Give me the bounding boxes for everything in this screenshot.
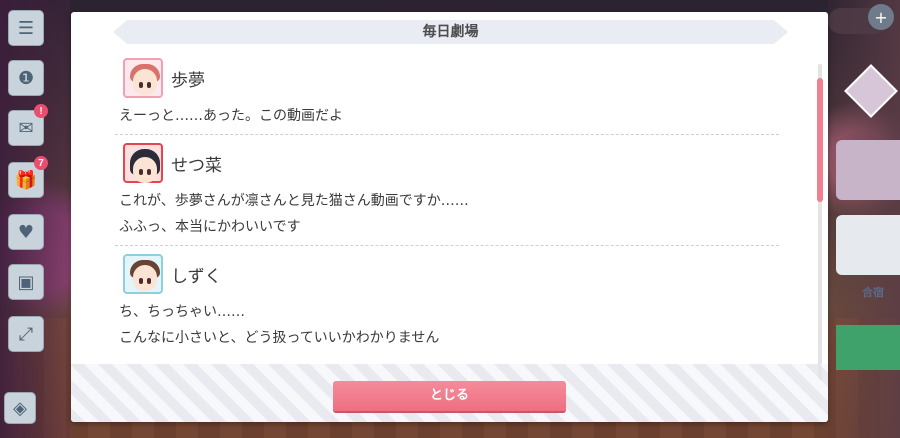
- divider: [115, 134, 779, 135]
- dialog-entry: せつ菜 これが、歩夢さんが凛さんと見た猫さん動画ですか…… ふふっ、本当にかわい…: [115, 141, 779, 246]
- expand-icon[interactable]: ⤢: [8, 316, 44, 352]
- info-icon[interactable]: ❶: [8, 60, 44, 96]
- scrollbar-thumb[interactable]: [817, 78, 823, 202]
- right-banner-card[interactable]: [836, 140, 900, 200]
- divider: [115, 245, 779, 246]
- heart-icon[interactable]: ♥: [8, 214, 44, 250]
- menu-icon[interactable]: ☰: [8, 10, 44, 46]
- speaker-name: しずく: [171, 266, 222, 287]
- dialog-line: こんなに小さいと、どう扱っていいかわかりません: [119, 330, 440, 346]
- dialog-line: えーっと……あった。この動画だよ: [119, 108, 343, 124]
- dialog-entry: しずく ち、ちっちゃい…… こんなに小さいと、どう扱っていいかわかりません: [115, 252, 779, 350]
- dialog-line: ふふっ、本当にかわいいです: [119, 219, 301, 235]
- speaker-name: 歩夢: [171, 70, 205, 91]
- scout-icon[interactable]: ◈: [4, 392, 36, 424]
- gift-count-badge: 7: [34, 156, 48, 170]
- dialog-entry: 歩夢 えーっと……あった。この動画だよ: [115, 56, 779, 135]
- dialog-content[interactable]: 歩夢 えーっと……あった。この動画だよ せつ菜 これが、歩夢さんが凛さんと見た猫…: [115, 56, 779, 381]
- speaker-row: 歩夢: [115, 56, 779, 100]
- speaker-row: せつ菜: [115, 141, 779, 185]
- right-banner-card-2[interactable]: [836, 215, 900, 275]
- daily-theater-dialog: 毎日劇場 歩夢 えーっと……あった。この動画だよ せつ菜 これが、歩夢さんが凛さ…: [71, 12, 828, 422]
- dialog-title: 毎日劇場: [422, 24, 479, 40]
- setsuna-avatar-icon: [123, 143, 163, 183]
- dialog-line: これが、歩夢さんが凛さんと見た猫さん動画ですか……: [119, 193, 469, 209]
- right-green-banner[interactable]: [836, 325, 900, 370]
- notification-badge: !: [34, 104, 48, 118]
- shizuku-avatar-icon: [123, 254, 163, 294]
- ayumu-avatar-icon: [123, 58, 163, 98]
- dialog-line: ち、ちっちゃい……: [119, 304, 245, 320]
- dialog-header: 毎日劇場: [113, 20, 788, 44]
- camp-label[interactable]: 合宿: [862, 284, 884, 300]
- speaker-name: せつ菜: [171, 155, 222, 176]
- close-button[interactable]: とじる: [333, 381, 566, 411]
- plus-icon[interactable]: +: [868, 4, 894, 30]
- speaker-row: しずく: [115, 252, 779, 296]
- photo-icon[interactable]: ▣: [8, 264, 44, 300]
